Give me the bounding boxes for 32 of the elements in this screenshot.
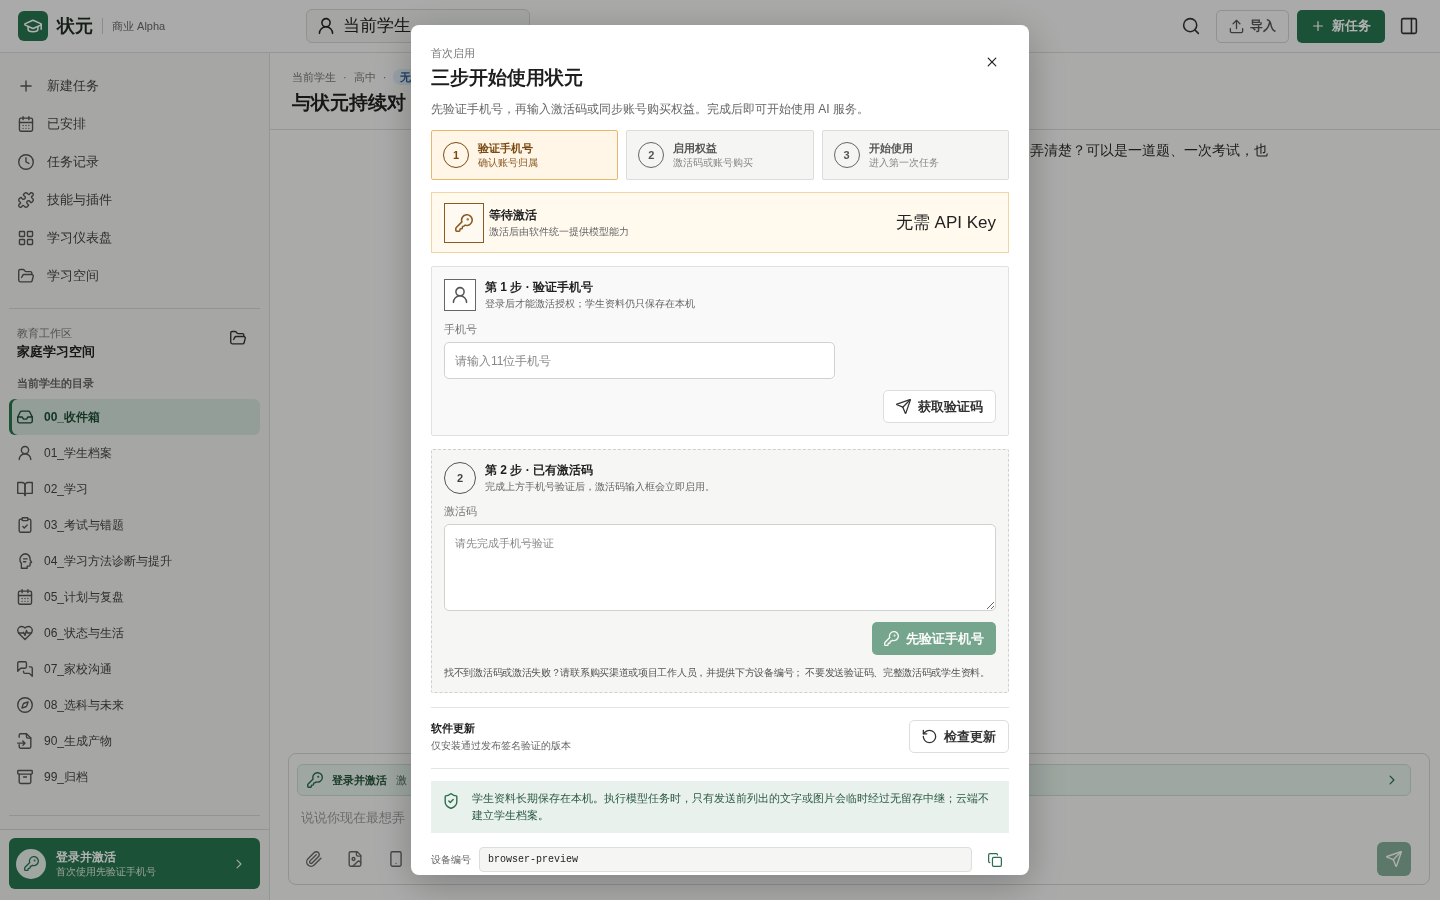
message-text: 弄清楚？可以是一道题、一次考试，也 (1030, 141, 1268, 160)
step-title: 验证手机号 (478, 140, 534, 156)
workspace-name: 家庭学习空间 (17, 343, 95, 361)
help-text: 找不到激活码或激活失败？请联系购买渠道或项目工作人员，并提供下方设备编号； 不要发送验证码、完整激活码或学生资料。 (444, 666, 991, 680)
breadcrumb-separator: · (343, 70, 347, 85)
status-subtitle: 激活后由软件统一提供模型能力 (489, 224, 629, 239)
app-title: 状元 (57, 15, 93, 38)
status-note: 无需 API Key (895, 211, 996, 234)
device-id-label: 设备编号 (431, 853, 471, 867)
step-subtitle: 确认账号归属 (478, 155, 538, 170)
dialog-eyebrow: 首次启用 (431, 46, 476, 61)
step-subtitle: 进入第一次任务 (868, 155, 939, 170)
workspace-caption: 教育工作区 (17, 326, 73, 341)
step-title: 开始使用 (868, 140, 914, 156)
step-description: 完成上方手机号验证后，激活码输入框会立即启用。 (485, 480, 715, 494)
breadcrumb-separator: · (382, 70, 387, 85)
field-label: 手机号 (444, 322, 478, 337)
update-subtitle: 仅安装通过发布签名验证的版本 (431, 739, 571, 753)
dialog-description: 先验证手机号，再输入激活码或同步账号购买权益。完成后即可开始使用 AI 服务。 (431, 101, 870, 118)
step-title: 启用权益 (673, 140, 719, 156)
step-heading: 第 1 步 · 验证手机号 (485, 279, 594, 296)
dialog-title: 三步开始使用状元 (431, 66, 583, 90)
folder-list-heading: 当前学生的目录 (17, 376, 94, 391)
status-title: 等待激活 (489, 206, 538, 224)
field-label: 激活码 (444, 504, 478, 519)
privacy-text: 学生资料长期保存在本机。执行模型任务时，只有发送前列出的文字或图片会临时经过无留存中继；云端不建立学生档案。 (472, 791, 990, 823)
edition-label: 商业 Alpha (112, 18, 166, 34)
conversation-title: 与状元持续对 (292, 91, 406, 115)
step-subtitle: 激活码或账号购买 (673, 155, 754, 170)
step-description: 登录后才能激活授权；学生资料仍只保存在本机 (485, 297, 695, 311)
update-title: 软件更新 (431, 721, 476, 736)
step-heading: 第 2 步 · 已有激活码 (485, 462, 594, 479)
